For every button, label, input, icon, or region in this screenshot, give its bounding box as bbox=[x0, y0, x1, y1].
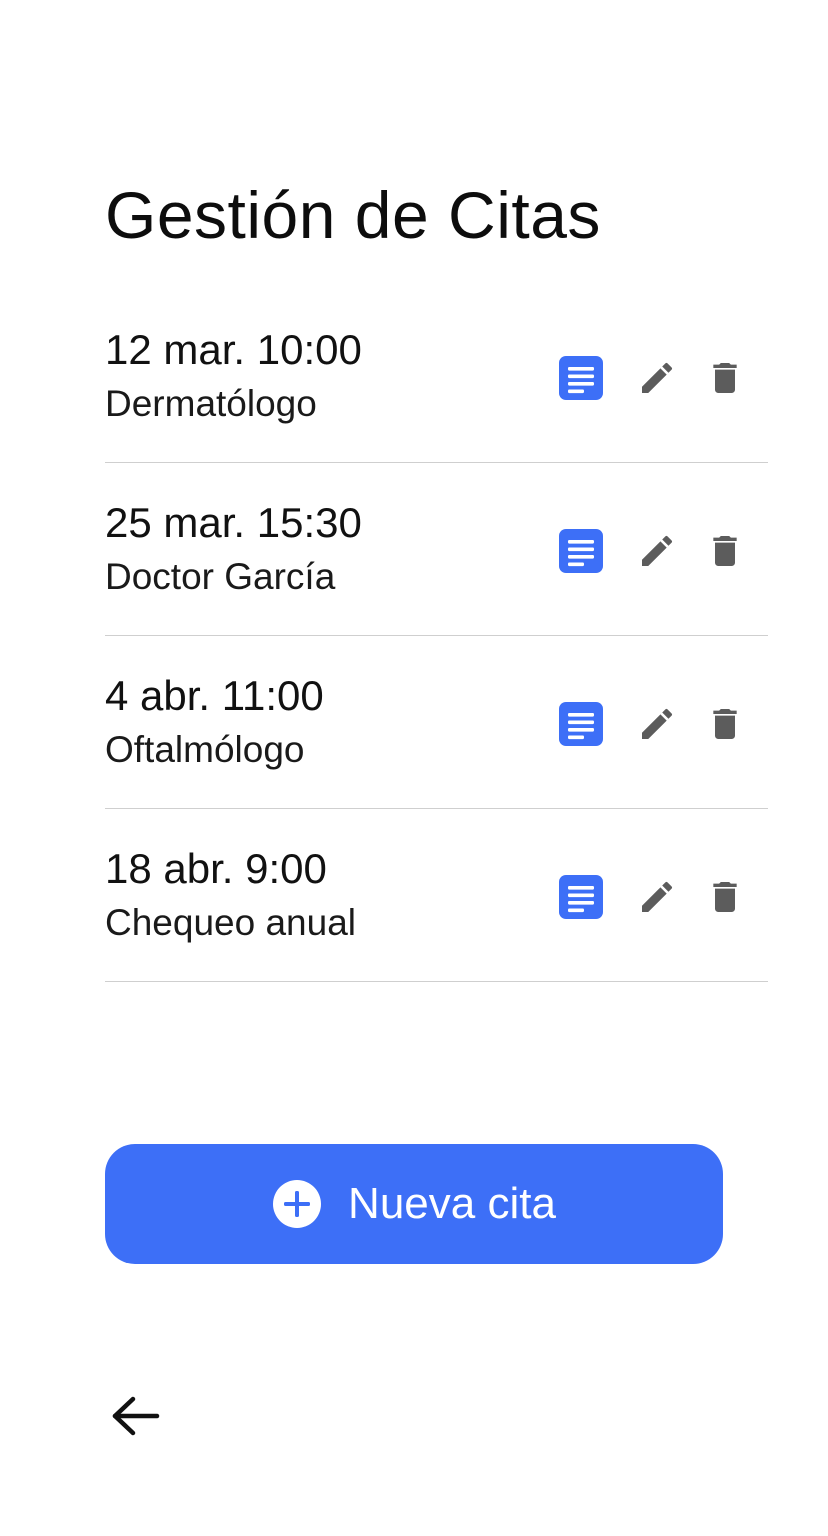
appointment-description: Chequeo anual bbox=[105, 902, 356, 943]
appointment-description: Dermatólogo bbox=[105, 383, 317, 424]
delete-button[interactable] bbox=[701, 354, 749, 402]
appointment-description: Oftalmólogo bbox=[105, 729, 305, 770]
edit-button[interactable] bbox=[633, 527, 681, 575]
pencil-icon bbox=[642, 881, 673, 912]
appointment-row[interactable]: 12 mar. 10:00 Dermatólogo bbox=[105, 290, 768, 463]
pencil-icon bbox=[642, 708, 673, 739]
appointment-actions bbox=[557, 700, 749, 748]
trash-icon bbox=[713, 536, 737, 566]
notes-button[interactable] bbox=[557, 527, 605, 575]
appointment-actions bbox=[557, 354, 749, 402]
appointment-text: 18 abr. 9:00 Chequeo anual bbox=[105, 845, 356, 945]
new-appointment-button[interactable]: Nueva cita bbox=[105, 1144, 723, 1264]
notes-icon bbox=[559, 356, 603, 400]
delete-button[interactable] bbox=[701, 873, 749, 921]
appointment-description: Doctor García bbox=[105, 556, 336, 597]
back-button[interactable] bbox=[104, 1388, 164, 1444]
appointment-datetime: 18 abr. 9:00 bbox=[105, 845, 327, 892]
notes-button[interactable] bbox=[557, 700, 605, 748]
plus-circle-icon bbox=[272, 1179, 322, 1229]
trash-icon bbox=[713, 363, 737, 393]
appointment-datetime: 4 abr. 11:00 bbox=[105, 672, 324, 719]
appointment-datetime: 12 mar. 10:00 bbox=[105, 326, 362, 373]
edit-button[interactable] bbox=[633, 873, 681, 921]
appointment-actions bbox=[557, 527, 749, 575]
edit-button[interactable] bbox=[633, 700, 681, 748]
notes-icon bbox=[559, 702, 603, 746]
appointment-row[interactable]: 18 abr. 9:00 Chequeo anual bbox=[105, 809, 768, 982]
appointment-row[interactable]: 25 mar. 15:30 Doctor García bbox=[105, 463, 768, 636]
new-appointment-label: Nueva cita bbox=[348, 1179, 556, 1228]
appointment-text: 25 mar. 15:30 Doctor García bbox=[105, 499, 362, 599]
trash-icon bbox=[713, 882, 737, 912]
notes-icon bbox=[559, 529, 603, 573]
notes-icon bbox=[559, 875, 603, 919]
appointment-text: 4 abr. 11:00 Oftalmólogo bbox=[105, 672, 324, 772]
notes-button[interactable] bbox=[557, 354, 605, 402]
appointment-list: 12 mar. 10:00 Dermatólogo 25 mar. 15:30 … bbox=[105, 290, 768, 982]
trash-icon bbox=[713, 709, 737, 739]
arrow-left-icon bbox=[112, 1396, 160, 1436]
pencil-icon bbox=[642, 535, 673, 566]
page-title: Gestión de Citas bbox=[105, 178, 601, 252]
pencil-icon bbox=[642, 362, 673, 393]
edit-button[interactable] bbox=[633, 354, 681, 402]
appointment-row[interactable]: 4 abr. 11:00 Oftalmólogo bbox=[105, 636, 768, 809]
delete-button[interactable] bbox=[701, 527, 749, 575]
appointment-actions bbox=[557, 873, 749, 921]
appointment-text: 12 mar. 10:00 Dermatólogo bbox=[105, 326, 362, 426]
notes-button[interactable] bbox=[557, 873, 605, 921]
delete-button[interactable] bbox=[701, 700, 749, 748]
appointment-datetime: 25 mar. 15:30 bbox=[105, 499, 362, 546]
